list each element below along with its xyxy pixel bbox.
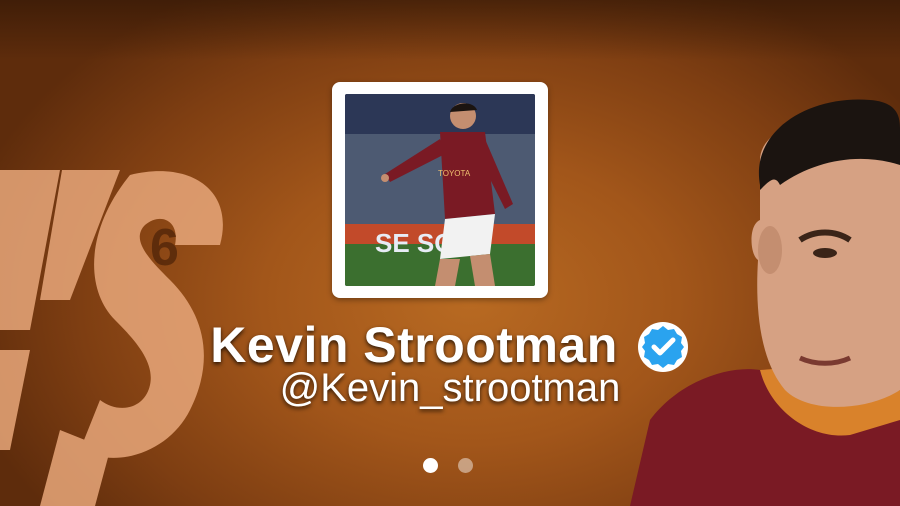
player-photo (630, 99, 900, 506)
slide-dot-2[interactable] (458, 458, 473, 473)
avatar-frame[interactable]: SE SOC TOYOTA (332, 82, 548, 298)
avatar-photo: SE SOC TOYOTA (345, 94, 535, 286)
slide-dot-1[interactable] (423, 458, 438, 473)
header-top-shade (0, 0, 900, 60)
profile-handle: @Kevin_strootman (279, 366, 621, 410)
avatar-shirt-text: TOYOTA (438, 169, 471, 178)
slideshow-dots (423, 458, 473, 473)
avatar[interactable]: SE SOC TOYOTA (345, 94, 535, 286)
svg-text:6: 6 (150, 219, 179, 277)
profile-header: 6 SE SOC TOYOTA Kevin Strootman @Kevin_s… (0, 0, 900, 506)
